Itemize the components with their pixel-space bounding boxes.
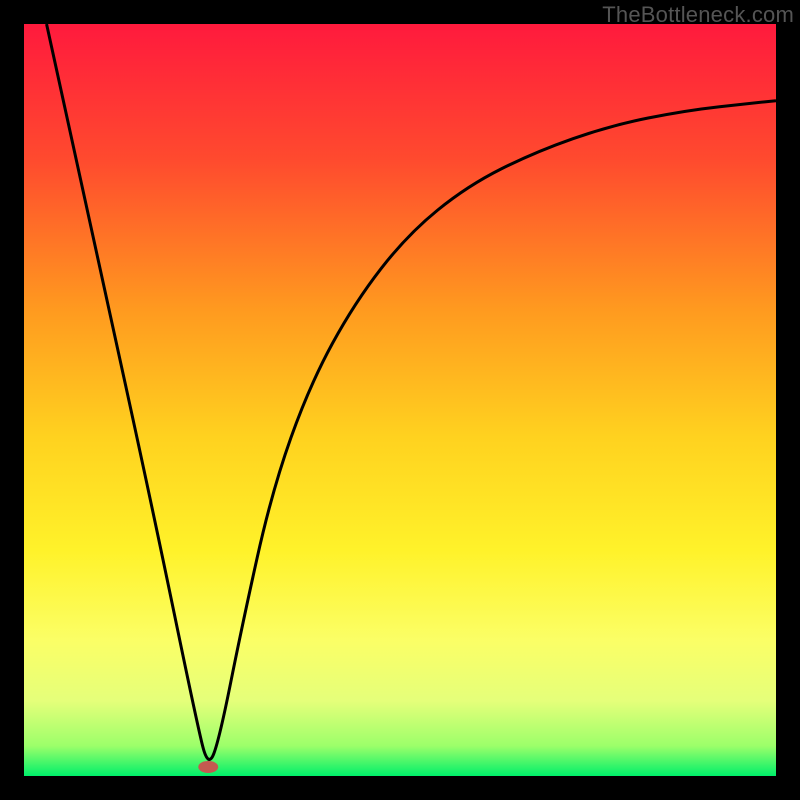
optimum-marker: [198, 761, 218, 773]
watermark-text: TheBottleneck.com: [602, 2, 794, 28]
plot-area: [24, 24, 776, 776]
chart-svg: [24, 24, 776, 776]
gradient-background: [24, 24, 776, 776]
chart-frame: TheBottleneck.com: [0, 0, 800, 800]
